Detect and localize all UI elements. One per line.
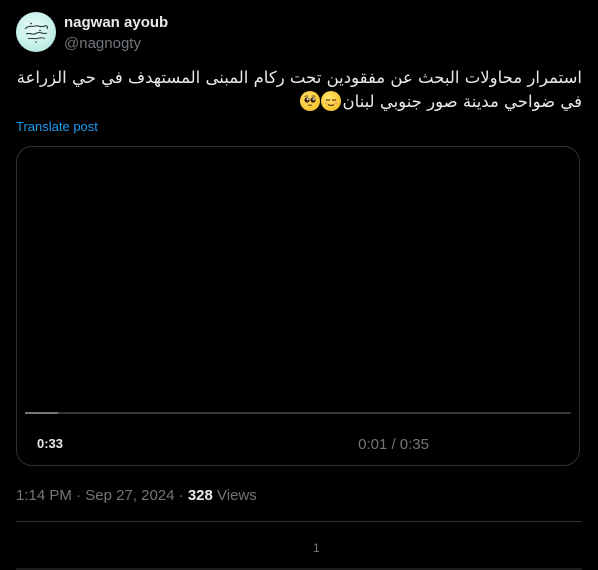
relieved-face-icon xyxy=(321,91,342,111)
video-remaining-time: 0:33 xyxy=(37,436,64,451)
tweet-text: استمرار محاولات البحث عن مفقودين تحت ركا… xyxy=(16,66,582,118)
tweet-emojis xyxy=(299,91,342,118)
tweet-date[interactable]: Sep 27, 2024 xyxy=(85,487,174,504)
avatar-calligraphy-icon xyxy=(24,22,48,43)
video-progress-fill xyxy=(25,412,58,414)
user-handle[interactable]: @nagnogty xyxy=(64,35,141,52)
views-label: Views xyxy=(217,487,257,504)
meta-separator: · xyxy=(76,487,82,504)
divider xyxy=(16,521,582,522)
display-name[interactable]: nagwan ayoub xyxy=(64,14,168,31)
video-player[interactable]: 0:33 0:01 / 0:35 xyxy=(16,146,580,466)
tweet-meta: 1:14 PM · Sep 27, 2024 · 328 Views xyxy=(16,487,257,504)
translate-post-link[interactable]: Translate post xyxy=(16,119,98,134)
meta-separator: · xyxy=(178,487,184,504)
video-progress-bar[interactable] xyxy=(25,412,571,414)
avatar[interactable] xyxy=(16,12,56,52)
views-count: 328 xyxy=(187,487,213,504)
tweet-time[interactable]: 1:14 PM xyxy=(16,487,72,504)
pleading-face-icon xyxy=(300,91,321,111)
video-time-display: 0:01 / 0:35 xyxy=(358,436,429,453)
reply-count[interactable]: 1 xyxy=(313,541,320,555)
